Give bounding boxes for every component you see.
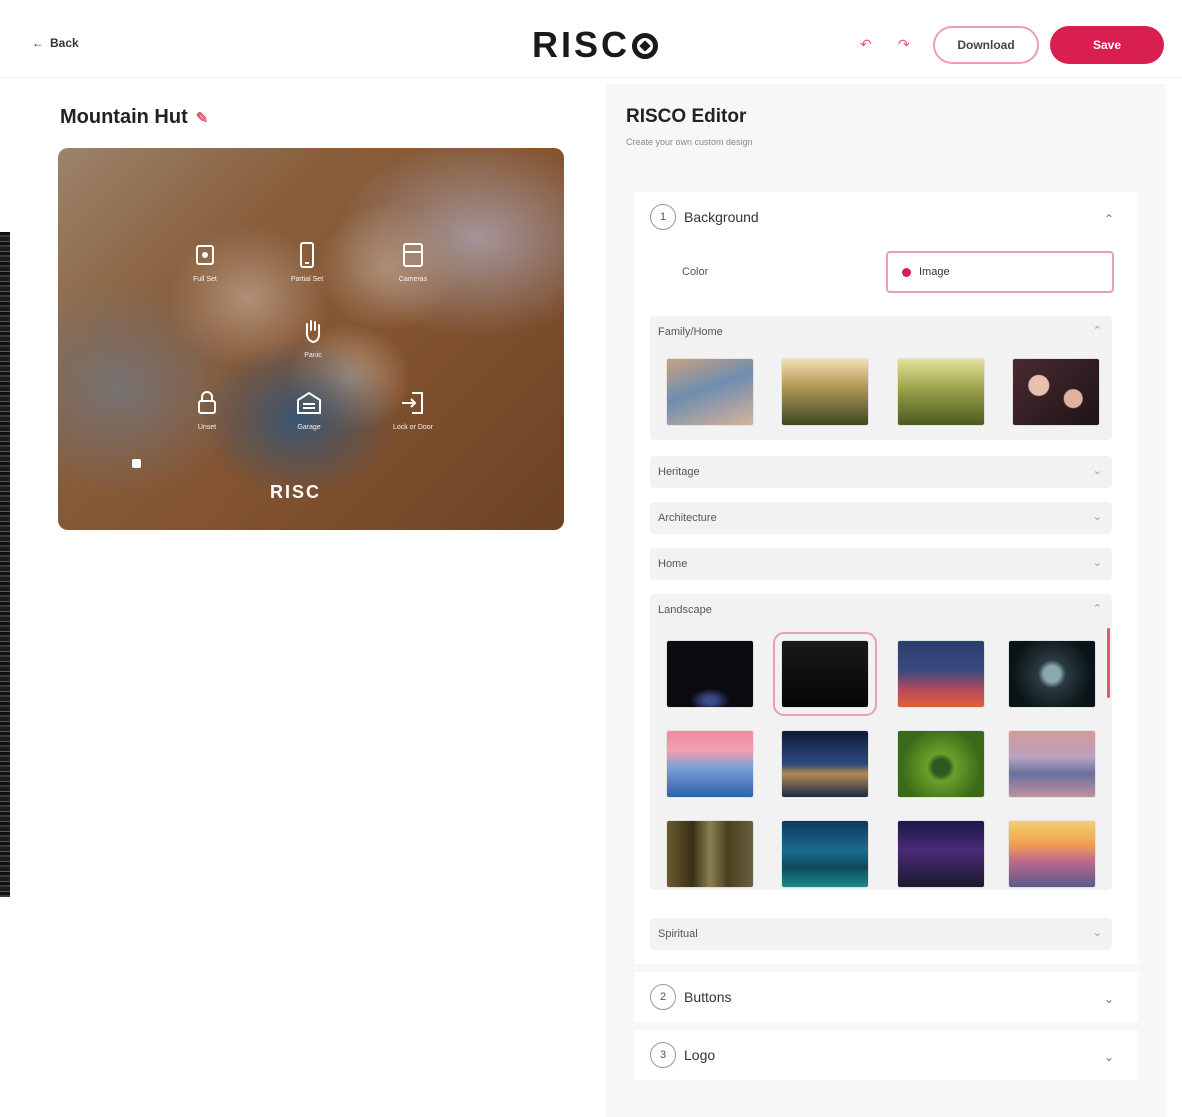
thumb-landscape-2[interactable] — [773, 632, 877, 716]
chevron-down-icon[interactable]: ⌄ — [1104, 992, 1114, 1006]
category-heritage[interactable]: Heritage ⌄ — [650, 456, 1112, 488]
tile-unset[interactable]: Unset — [172, 388, 242, 448]
category-spiritual[interactable]: Spiritual ⌄ — [650, 918, 1112, 950]
toggle-color[interactable]: Color — [660, 252, 880, 292]
thumb-landscape-5[interactable] — [666, 730, 754, 798]
risco-logo: RISC — [532, 24, 659, 66]
radio-selected-icon — [902, 267, 911, 277]
back-button[interactable]: ← Back — [32, 36, 79, 50]
logo-section[interactable]: 3 Logo ⌄ — [634, 1030, 1138, 1080]
thumb-landscape-1[interactable] — [666, 640, 754, 708]
category-home[interactable]: Home ⌄ — [650, 548, 1112, 580]
thumb-landscape-4[interactable] — [1008, 640, 1096, 708]
lock-icon — [198, 391, 216, 414]
download-button[interactable]: Download — [933, 26, 1039, 64]
pencil-icon[interactable]: ✎ — [196, 109, 209, 127]
thumb-family-4[interactable] — [1012, 358, 1100, 426]
camera-icon — [403, 243, 423, 267]
login-icon — [402, 392, 423, 414]
tile-partial-set[interactable]: Partial Set — [272, 240, 342, 300]
chevron-down-icon: ⌄ — [1092, 465, 1102, 477]
thumb-landscape-6[interactable] — [781, 730, 869, 798]
thumb-family-2[interactable] — [781, 358, 869, 426]
chevron-up-icon: ⌃ — [1092, 325, 1102, 337]
thumb-landscape-10[interactable] — [781, 820, 869, 888]
background-section-header[interactable]: 1 Background — [650, 204, 759, 230]
thumb-landscape-9[interactable] — [666, 820, 754, 888]
arrow-left-icon: ← — [32, 36, 44, 50]
chevron-down-icon: ⌄ — [1092, 927, 1102, 939]
category-architecture[interactable]: Architecture ⌄ — [650, 502, 1112, 534]
tile-panic[interactable]: Panic — [278, 316, 348, 376]
tile-full-set[interactable]: Full Set — [170, 240, 240, 300]
save-button[interactable]: Save — [1050, 26, 1164, 64]
editor-subtitle: Create your own custom design — [626, 137, 753, 147]
design-title: Mountain Hut ✎ — [60, 106, 209, 128]
thumb-landscape-8[interactable] — [1008, 730, 1096, 798]
thumb-family-3[interactable] — [897, 358, 985, 426]
toggle-image[interactable]: Image — [886, 251, 1114, 293]
redo-icon[interactable]: ↷ — [898, 36, 910, 53]
editor-title: RISCO Editor — [626, 106, 747, 127]
thumb-landscape-12[interactable] — [1008, 820, 1096, 888]
chevron-up-icon: ⌃ — [1092, 603, 1102, 615]
top-bar: ← Back RISC ↶ ↷ Download Save — [0, 0, 1182, 78]
scrollbar-thumb[interactable] — [1107, 628, 1110, 698]
undo-icon[interactable]: ↶ — [860, 36, 872, 53]
alarm-icon — [196, 245, 214, 265]
chevron-down-icon: ⌄ — [1092, 557, 1102, 569]
buttons-section[interactable]: 2 Buttons ⌄ — [634, 972, 1138, 1022]
garage-icon — [297, 391, 321, 414]
thumb-family-1[interactable] — [666, 358, 754, 426]
phone-icon — [300, 242, 314, 268]
panel-logo: RISC — [270, 482, 322, 502]
thumb-landscape-11[interactable] — [897, 820, 985, 888]
back-label: Back — [50, 36, 79, 50]
panel-indicator — [132, 459, 141, 468]
logo-section-header[interactable]: 3 Logo — [650, 1042, 715, 1068]
background-strip — [0, 232, 10, 897]
panel-preview: Full Set Partial Set Cameras Panic Unset… — [58, 148, 564, 530]
chevron-down-icon: ⌄ — [1092, 511, 1102, 523]
tile-garage[interactable]: Garage — [274, 388, 344, 448]
thumb-landscape-3[interactable] — [897, 640, 985, 708]
thumb-landscape-7[interactable] — [897, 730, 985, 798]
chevron-up-icon[interactable]: ⌃ — [1104, 212, 1114, 226]
tile-cameras[interactable]: Cameras — [378, 240, 448, 300]
tile-lock-door[interactable]: Lock or Door — [378, 388, 448, 448]
hand-icon — [305, 320, 321, 344]
chevron-down-icon[interactable]: ⌄ — [1104, 1050, 1114, 1064]
buttons-section-header[interactable]: 2 Buttons — [650, 984, 731, 1010]
